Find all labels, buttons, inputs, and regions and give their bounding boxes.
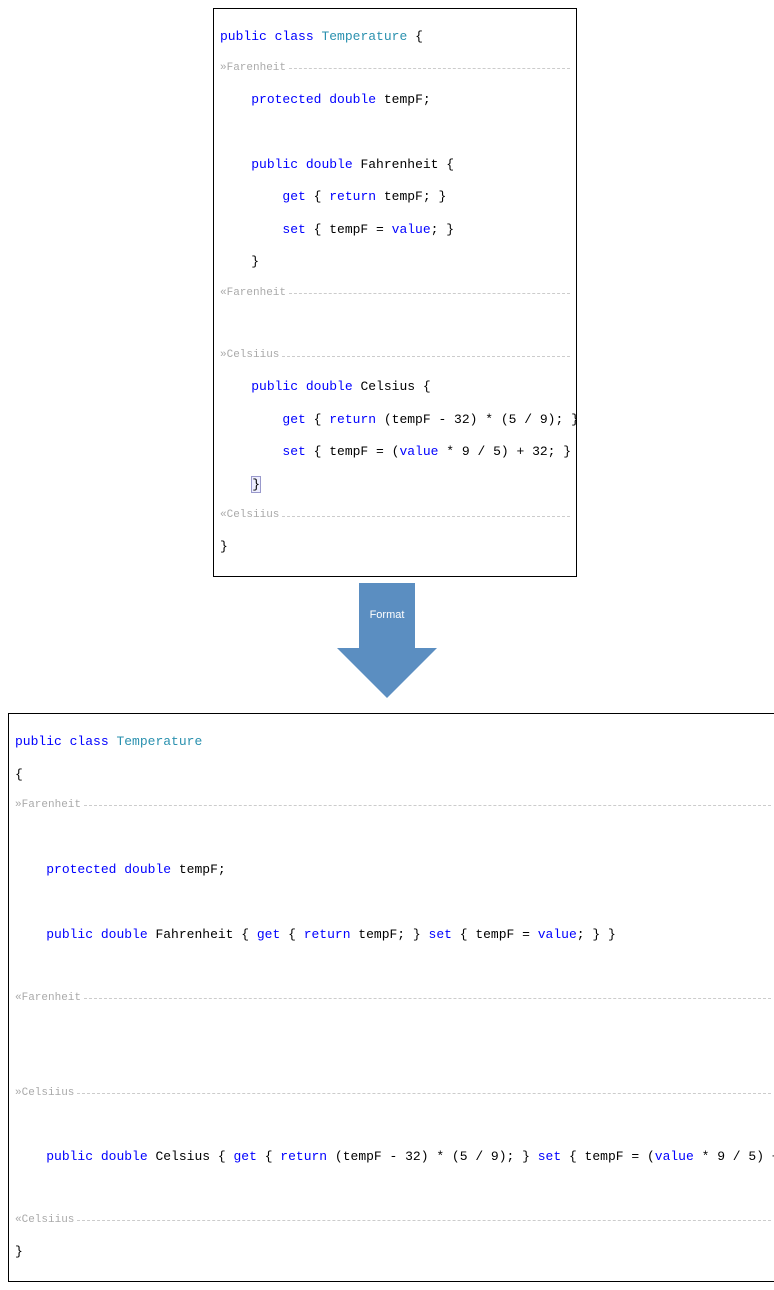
kw: double [306, 379, 353, 394]
caret-position: } [251, 476, 261, 493]
kw: return [329, 412, 376, 427]
kw: set [538, 1149, 561, 1164]
text: Fahrenheit { [148, 927, 257, 942]
text: { [257, 1149, 280, 1164]
arrow-label: Format [370, 609, 405, 621]
kw: return [329, 189, 376, 204]
text: ; } [431, 222, 454, 237]
kw: value [655, 1149, 694, 1164]
text: { [280, 927, 303, 942]
kw: public [251, 379, 298, 394]
region-close: «Farenheit [220, 287, 286, 301]
kw: get [233, 1149, 256, 1164]
format-arrow: Format [8, 583, 766, 703]
kw: return [280, 1149, 327, 1164]
kw: public [220, 29, 267, 44]
text: ; } } [577, 927, 616, 942]
text: * 9 / 5) + 32; } } [694, 1149, 774, 1164]
kw: value [538, 927, 577, 942]
kw: protected [251, 92, 321, 107]
text: } [15, 1244, 23, 1259]
kw: return [304, 927, 351, 942]
kw: set [282, 444, 305, 459]
text: Celsius { [148, 1149, 234, 1164]
kw: double [101, 927, 148, 942]
text: { [306, 189, 329, 204]
kw: double [329, 92, 376, 107]
text: * 9 / 5) + 32; } [438, 444, 571, 459]
text: { tempF = ( [306, 444, 400, 459]
region-close: «Celsiius [15, 1214, 74, 1228]
text: tempF; [376, 92, 431, 107]
region-open: »Celsiius [15, 1087, 74, 1101]
text: Celsius { [353, 379, 431, 394]
region-close: «Farenheit [15, 992, 81, 1006]
kw: double [124, 862, 171, 877]
region-close: «Celsiius [220, 509, 279, 523]
text: } [220, 539, 228, 554]
text: { tempF = [452, 927, 538, 942]
kw: set [429, 927, 452, 942]
type-name: Temperature [321, 29, 407, 44]
text: Fahrenheit { [353, 157, 454, 172]
text: { tempF = ( [561, 1149, 655, 1164]
region-open: »Farenheit [15, 799, 81, 813]
text: { [306, 412, 329, 427]
kw: class [275, 29, 314, 44]
text: tempF; [171, 862, 226, 877]
region-open: »Celsiius [220, 349, 279, 363]
kw: public [251, 157, 298, 172]
kw: set [282, 222, 305, 237]
kw: class [70, 734, 109, 749]
text: } [251, 254, 259, 269]
code-before: public class Temperature { »Farenheit pr… [213, 8, 577, 577]
kw: public [46, 927, 93, 942]
text: tempF; } [351, 927, 429, 942]
text: { tempF = [306, 222, 392, 237]
text: { [15, 767, 23, 782]
kw: public [15, 734, 62, 749]
kw: get [257, 927, 280, 942]
text: (tempF - 32) * (5 / 9); } [376, 412, 577, 427]
kw: value [392, 222, 431, 237]
text: { [407, 29, 423, 44]
text: (tempF - 32) * (5 / 9); } [327, 1149, 538, 1164]
kw: value [399, 444, 438, 459]
kw: get [282, 412, 305, 427]
arrow-head-icon [337, 648, 437, 698]
kw: double [101, 1149, 148, 1164]
kw: get [282, 189, 305, 204]
kw: public [46, 1149, 93, 1164]
type-name: Temperature [116, 734, 202, 749]
kw: protected [46, 862, 116, 877]
code-after: public class Temperature { »Farenheit pr… [8, 713, 774, 1282]
text: tempF; } [376, 189, 446, 204]
region-open: »Farenheit [220, 62, 286, 76]
kw: double [306, 157, 353, 172]
